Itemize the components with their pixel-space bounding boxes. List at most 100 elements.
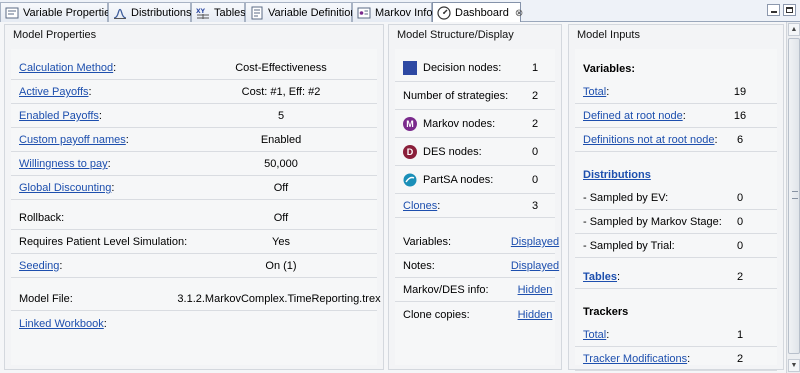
rollback-value: Off (273, 212, 289, 224)
willingness-to-pay-value: 50,000 (264, 158, 298, 170)
clone-copies-label: Clone copies: (403, 308, 470, 321)
tab-label: Dashboard (455, 7, 509, 19)
distributions-icon (113, 8, 127, 19)
partsa-nodes-value: 0 (531, 174, 539, 186)
partsa-nodes-row: PartSA nodes: 0 (395, 167, 555, 194)
active-payoffs-row: Active Payoffs: Cost: #1, Eff: #2 (11, 81, 377, 104)
tables-link[interactable]: Tables (583, 271, 617, 283)
panel-title: Model Structure/Display (397, 29, 514, 41)
variables-total-value: 19 (733, 86, 747, 98)
vertical-scrollbar[interactable]: ▲ ▼ (786, 22, 800, 373)
model-inputs-panel: Model Inputs Variables: Total: 19 Define… (568, 24, 784, 371)
global-discounting-link[interactable]: Global Discounting (19, 182, 111, 194)
model-properties-list: Calculation Method: Cost-Effectiveness A… (11, 49, 381, 365)
not-root-link[interactable]: Definitions not at root node (583, 134, 714, 146)
tab-markov-info[interactable]: Markov Info (352, 2, 432, 22)
close-tab-icon[interactable]: ⊗ (515, 8, 523, 19)
clone-copies-row: Clone copies: Hidden (395, 303, 555, 326)
distributions-heading-link[interactable]: Distributions (583, 169, 651, 181)
calculation-method-link[interactable]: Calculation Method (19, 62, 113, 74)
variables-total-link[interactable]: Total (583, 86, 606, 98)
global-discounting-value: Off (273, 182, 289, 194)
patient-level-simulation-row: Requires Patient Level Simulation: Yes (11, 231, 377, 254)
notes-display-row: Notes: Displayed (395, 255, 559, 278)
linked-workbook-row: Linked Workbook: (19, 317, 107, 330)
markov-node-icon: M (403, 117, 417, 131)
clone-copies-link[interactable]: Hidden (503, 309, 567, 321)
tracker-modifications-value: 2 (736, 353, 744, 365)
linked-workbook-link[interactable]: Linked Workbook (19, 318, 104, 330)
tab-label: Distributions (131, 6, 192, 19)
enabled-payoffs-value: 5 (277, 110, 285, 122)
clones-row: Clones: 3 (395, 195, 555, 218)
editor-tab-bar: Variable Properties Distributions XY Tab… (0, 0, 800, 23)
variables-display-row: Variables: Displayed (395, 231, 559, 254)
decision-node-icon (403, 61, 417, 75)
minimize-icon[interactable] (767, 4, 780, 16)
not-root-row: Definitions not at root node: 6 (575, 129, 777, 152)
maximize-icon[interactable] (783, 4, 796, 16)
markov-des-info-link[interactable]: Hidden (503, 284, 567, 296)
scroll-thumb[interactable] (788, 38, 800, 354)
decision-nodes-row: Decision nodes: 1 (395, 55, 555, 82)
seeding-value: On (1) (265, 260, 297, 272)
model-file-row: Model File: 3.1.2.MarkovComplex.TimeRepo… (11, 288, 381, 311)
svg-text:XY: XY (196, 8, 206, 15)
sampled-markov-row: - Sampled by Markov Stage: 0 (575, 211, 777, 234)
panel-title: Model Inputs (577, 29, 640, 41)
sampled-markov-label: - Sampled by Markov Stage: (583, 216, 722, 228)
model-structure-panel: Model Structure/Display Decision nodes: … (388, 24, 562, 370)
tables-value: 2 (736, 271, 744, 283)
scroll-up-icon[interactable]: ▲ (788, 23, 800, 36)
tab-tables[interactable]: XY Tables (191, 2, 246, 22)
sampled-trial-row: - Sampled by Trial: 0 (575, 235, 777, 258)
trackers-total-link[interactable]: Total (583, 329, 606, 341)
trackers-heading-row: Trackers (575, 300, 777, 323)
sampled-ev-row: - Sampled by EV: 0 (575, 187, 777, 210)
notes-display-link[interactable]: Displayed (503, 260, 567, 272)
custom-payoff-names-link[interactable]: Custom payoff names (19, 134, 126, 146)
des-nodes-row: D DES nodes: 0 (395, 139, 555, 166)
active-payoffs-link[interactable]: Active Payoffs (19, 86, 89, 98)
calculation-method-row: Calculation Method: Cost-Effectiveness (11, 57, 377, 80)
clones-link[interactable]: Clones (403, 200, 437, 212)
enabled-payoffs-link[interactable]: Enabled Payoffs (19, 110, 99, 122)
variables-display-link[interactable]: Displayed (503, 236, 567, 248)
tab-distributions[interactable]: Distributions (108, 2, 192, 22)
custom-payoff-names-row: Custom payoff names: Enabled (11, 129, 377, 152)
global-discounting-row: Global Discounting: Off (11, 177, 377, 200)
tab-variable-properties[interactable]: Variable Properties (0, 2, 116, 22)
sampled-ev-label: - Sampled by EV: (583, 192, 669, 204)
tab-variable-definitions[interactable]: Variable Definitions (245, 2, 362, 22)
seeding-link[interactable]: Seeding (19, 260, 59, 272)
defined-root-link[interactable]: Defined at root node (583, 110, 683, 122)
markov-des-info-label: Markov/DES info: (403, 284, 489, 296)
tab-dashboard[interactable]: Dashboard ⊗ (432, 2, 523, 23)
tables-row: Tables: 2 (575, 266, 777, 289)
scroll-down-icon[interactable]: ▼ (788, 359, 800, 372)
tracker-modifications-link[interactable]: Tracker Modifications (583, 353, 687, 365)
grip-icon (792, 191, 798, 199)
sampled-trial-label: - Sampled by Trial: (583, 240, 675, 252)
model-inputs-list: Variables: Total: 19 Defined at root nod… (575, 49, 777, 371)
seeding-row: Seeding: On (1) (11, 255, 377, 278)
model-structure-list: Decision nodes: 1 Number of strategies: … (395, 49, 559, 365)
variables-heading: Variables: (583, 62, 635, 75)
markov-info-icon (357, 7, 371, 18)
defined-root-row: Defined at root node: 16 (575, 105, 777, 128)
rollback-label: Rollback: (19, 212, 65, 224)
sampled-trial-value: 0 (736, 240, 744, 252)
tables-icon: XY (196, 8, 209, 19)
not-root-value: 6 (736, 134, 744, 146)
enabled-payoffs-row: Enabled Payoffs: 5 (11, 105, 377, 128)
willingness-to-pay-link[interactable]: Willingness to pay (19, 158, 108, 170)
custom-payoff-names-value: Enabled (260, 134, 302, 146)
dashboard-content: Model Properties Calculation Method: Cos… (0, 22, 800, 373)
variables-total-row: Total: 19 (575, 81, 777, 104)
des-node-icon: D (403, 145, 417, 159)
variable-definitions-icon (251, 6, 263, 19)
active-payoffs-value: Cost: #1, Eff: #2 (241, 86, 321, 98)
tab-label: Tables (214, 6, 246, 19)
defined-root-value: 16 (733, 110, 747, 122)
sampled-markov-value: 0 (736, 216, 744, 228)
